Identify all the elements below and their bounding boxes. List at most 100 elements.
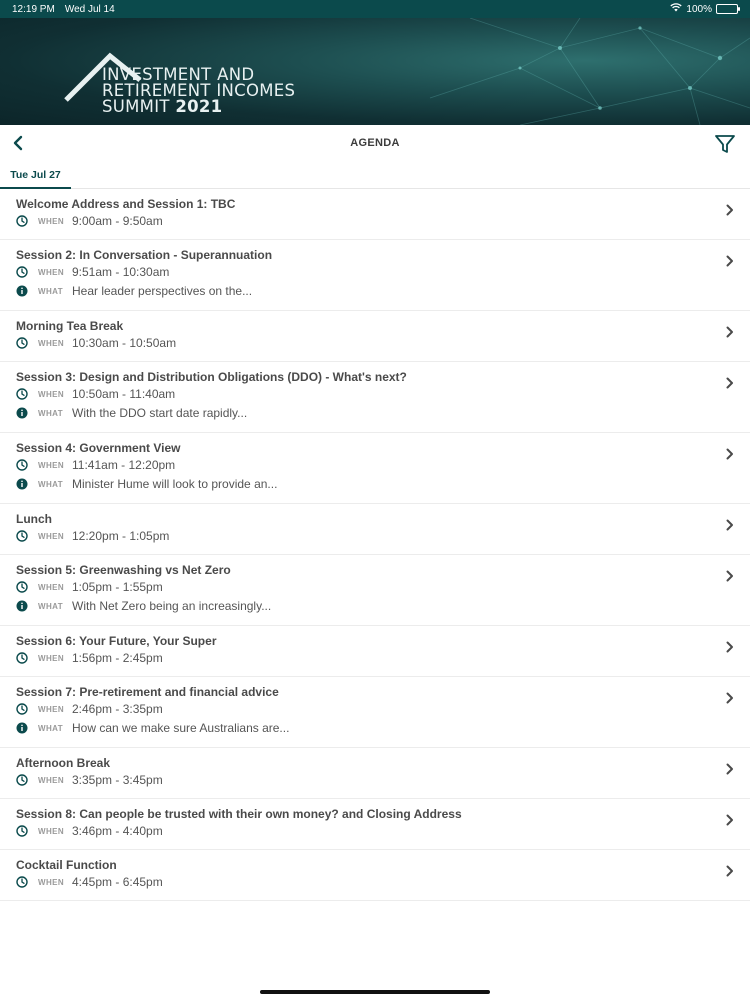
session-what: WHAT With the DDO start date rapidly... <box>16 404 710 422</box>
clock-icon <box>16 774 28 786</box>
agenda-item[interactable]: Welcome Address and Session 1: TBC WHEN 9:… <box>0 189 750 240</box>
agenda-item[interactable]: Session 3: Design and Distribution Oblig… <box>0 362 750 433</box>
session-when: WHEN 9:51am - 10:30am <box>16 263 710 281</box>
session-time: 3:35pm - 3:45pm <box>72 773 163 787</box>
status-date: Wed Jul 14 <box>64 3 115 15</box>
battery-percent: 100% <box>686 3 712 15</box>
date-tabs: Tue Jul 27 <box>0 163 750 189</box>
filter-button[interactable] <box>712 131 738 157</box>
session-title: Session 8: Can people be trusted with th… <box>16 807 462 821</box>
session-when: WHEN 10:30am - 10:50am <box>16 334 710 352</box>
session-title: Cocktail Function <box>16 858 117 872</box>
clock-icon <box>16 703 28 715</box>
chevron-right-icon <box>724 762 736 775</box>
agenda-item[interactable]: Afternoon Break WHEN 3:35pm - 3:45pm <box>0 748 750 799</box>
clock-icon <box>16 215 28 227</box>
session-when: WHEN 1:56pm - 2:45pm <box>16 649 710 667</box>
session-what: WHAT Hear leader perspectives on the... <box>16 282 710 300</box>
when-label: WHEN <box>38 338 65 348</box>
banner-title-summit: SUMMIT <box>102 97 176 116</box>
clock-icon <box>16 652 28 664</box>
filter-icon <box>715 135 735 153</box>
session-when: WHEN 12:20pm - 1:05pm <box>16 527 710 545</box>
session-title: Welcome Address and Session 1: TBC <box>16 197 236 211</box>
when-label: WHEN <box>38 775 65 785</box>
session-title: Session 2: In Conversation - Superannuat… <box>16 248 273 262</box>
nav-bar: AGENDA <box>0 125 750 163</box>
event-banner: INVESTMENT AND RETIREMENT INCOMES SUMMIT… <box>0 18 750 125</box>
clock-icon <box>16 459 28 471</box>
chevron-right-icon <box>724 325 736 338</box>
info-icon <box>16 407 28 419</box>
session-time: 2:46pm - 3:35pm <box>72 702 163 716</box>
session-what: WHAT Minister Hume will look to provide a… <box>16 475 710 493</box>
banner-title-year: 2021 <box>175 97 223 116</box>
clock-icon <box>16 876 28 888</box>
session-time: 9:00am - 9:50am <box>72 214 163 228</box>
agenda-item[interactable]: Session 8: Can people be trusted with th… <box>0 799 750 850</box>
session-time: 10:30am - 10:50am <box>72 336 177 350</box>
session-time: 12:20pm - 1:05pm <box>72 529 170 543</box>
chevron-right-icon <box>724 691 736 704</box>
agenda-item[interactable]: Session 5: Greenwashing vs Net Zero WHEN 1… <box>0 555 750 626</box>
when-label: WHEN <box>38 653 65 663</box>
session-when: WHEN 3:35pm - 3:45pm <box>16 771 710 789</box>
info-icon <box>16 600 28 612</box>
chevron-right-icon <box>724 203 736 216</box>
what-label: WHAT <box>38 723 63 733</box>
session-description: How can we make sure Australians are... <box>72 721 290 735</box>
agenda-item[interactable]: Cocktail Function WHEN 4:45pm - 6:45pm <box>0 850 750 901</box>
session-time: 10:50am - 11:40am <box>72 387 176 401</box>
what-label: WHAT <box>38 601 63 611</box>
status-time: 12:19 PM <box>12 3 55 15</box>
session-when: WHEN 9:00am - 9:50am <box>16 212 710 230</box>
agenda-item[interactable]: Lunch WHEN 12:20pm - 1:05pm <box>0 504 750 555</box>
session-what: WHAT With Net Zero being an increasingly.… <box>16 597 710 615</box>
session-description: With Net Zero being an increasingly... <box>72 599 272 613</box>
when-label: WHEN <box>38 216 65 226</box>
tab-tue-jul-27[interactable]: Tue Jul 27 <box>0 163 71 189</box>
banner-title: INVESTMENT AND RETIREMENT INCOMES SUMMIT… <box>102 66 295 116</box>
chevron-right-icon <box>724 864 736 877</box>
session-what: WHAT How can we make sure Australians are… <box>16 719 710 737</box>
session-title: Session 6: Your Future, Your Super <box>16 634 217 648</box>
session-title: Session 5: Greenwashing vs Net Zero <box>16 563 231 577</box>
session-title: Session 7: Pre-retirement and financial … <box>16 685 279 699</box>
session-title: Morning Tea Break <box>16 319 124 333</box>
chevron-right-icon <box>724 447 736 460</box>
session-time: 1:56pm - 2:45pm <box>72 651 163 665</box>
chevron-right-icon <box>724 254 736 267</box>
when-label: WHEN <box>38 582 65 592</box>
info-icon <box>16 285 28 297</box>
session-description: Minister Hume will look to provide an... <box>72 477 278 491</box>
info-icon <box>16 478 28 490</box>
agenda-item[interactable]: Session 7: Pre-retirement and financial … <box>0 677 750 748</box>
home-indicator[interactable] <box>260 990 490 994</box>
when-label: WHEN <box>38 531 65 541</box>
banner-title-line3: SUMMIT 2021 <box>102 97 295 116</box>
when-label: WHEN <box>38 460 65 470</box>
agenda-item[interactable]: Session 2: In Conversation - Superannuat… <box>0 240 750 311</box>
clock-icon <box>16 337 28 349</box>
clock-icon <box>16 581 28 593</box>
agenda-item[interactable]: Morning Tea Break WHEN 10:30am - 10:50am <box>0 311 750 362</box>
what-label: WHAT <box>38 408 63 418</box>
session-title: Session 4: Government View <box>16 441 181 455</box>
when-label: WHEN <box>38 826 65 836</box>
session-when: WHEN 3:46pm - 4:40pm <box>16 822 710 840</box>
session-description: Hear leader perspectives on the... <box>72 284 253 298</box>
session-title: Lunch <box>16 512 52 526</box>
clock-icon <box>16 530 28 542</box>
chevron-right-icon <box>724 640 736 653</box>
what-label: WHAT <box>38 479 63 489</box>
chevron-right-icon <box>724 813 736 826</box>
clock-icon <box>16 825 28 837</box>
battery-icon <box>716 4 740 14</box>
chevron-right-icon <box>724 518 736 531</box>
what-label: WHAT <box>38 286 63 296</box>
agenda-item[interactable]: Session 6: Your Future, Your Super WHEN 1:… <box>0 626 750 677</box>
session-when: WHEN 4:45pm - 6:45pm <box>16 873 710 891</box>
clock-icon <box>16 266 28 278</box>
agenda-item[interactable]: Session 4: Government View WHEN 11:41am - … <box>0 433 750 504</box>
chevron-right-icon <box>724 376 736 389</box>
